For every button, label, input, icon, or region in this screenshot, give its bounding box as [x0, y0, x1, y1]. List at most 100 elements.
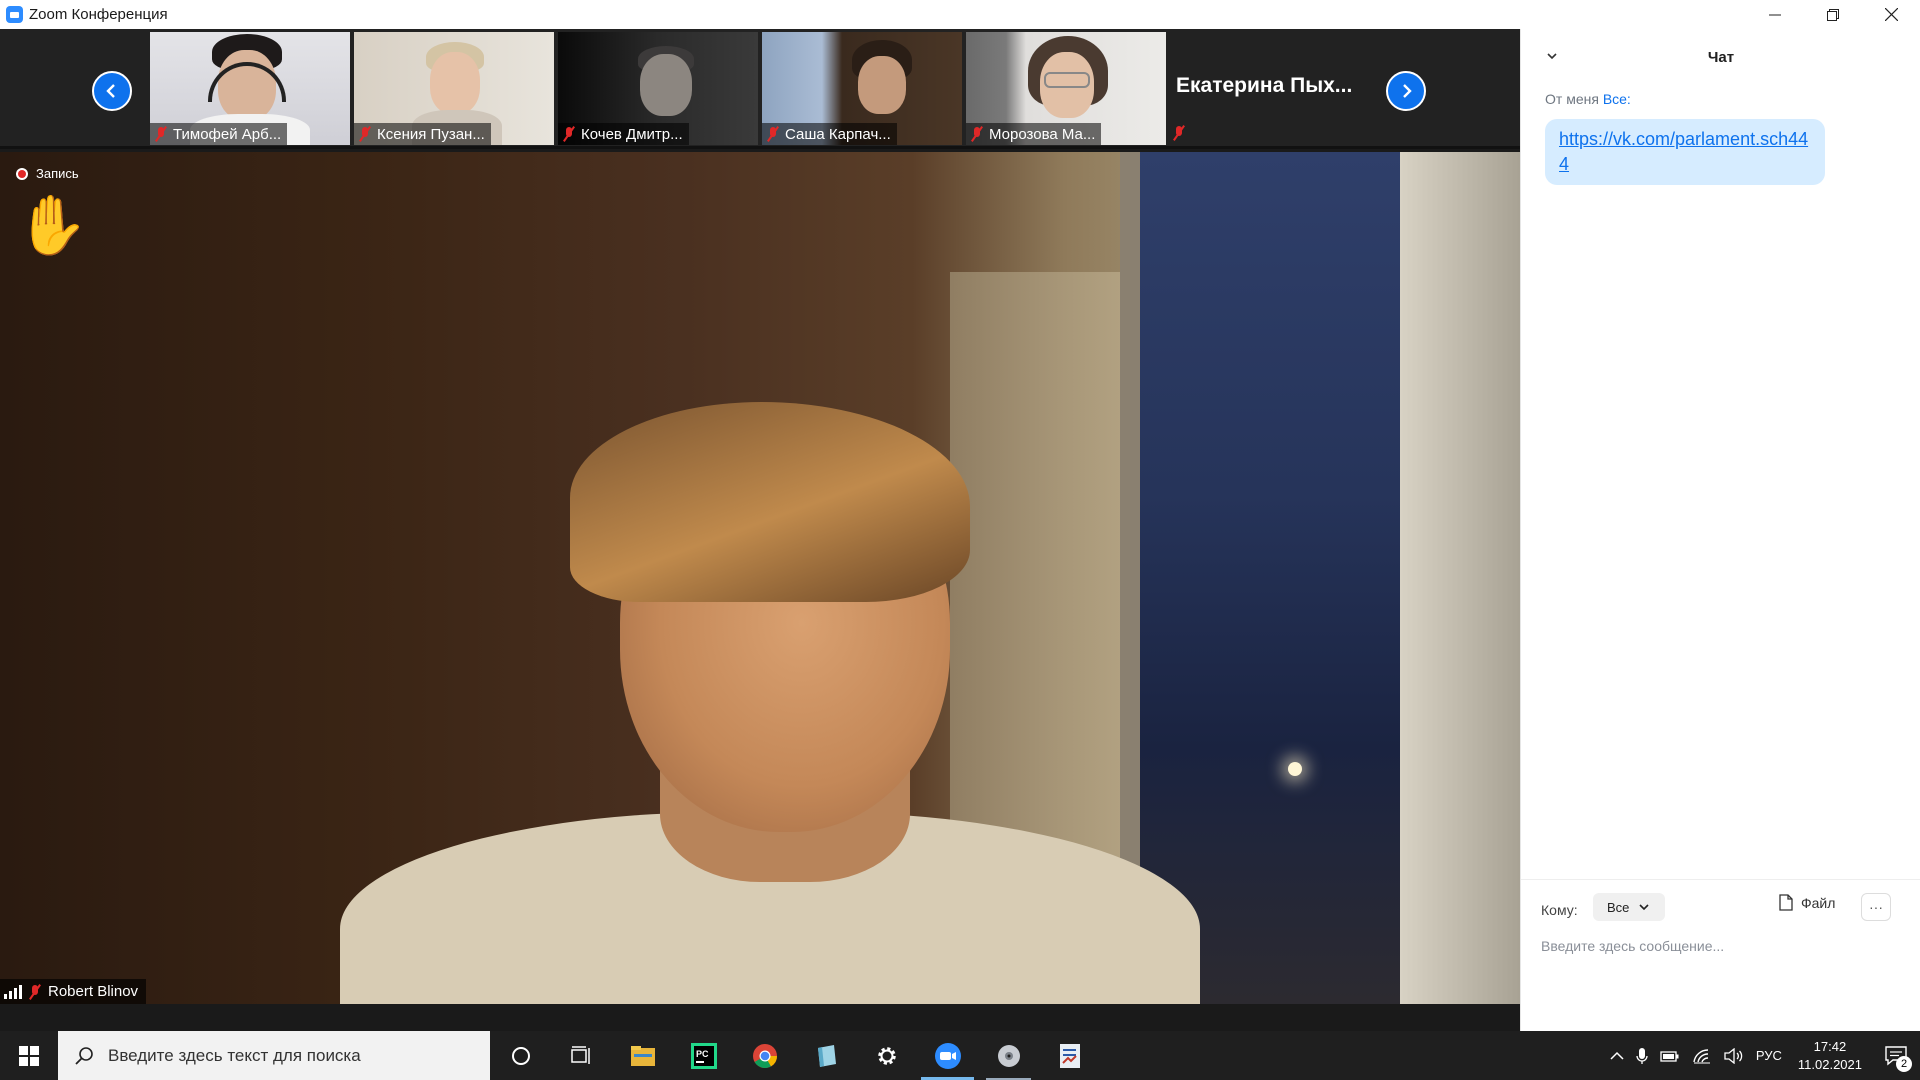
- recipient-dropdown[interactable]: Все: [1593, 893, 1665, 921]
- file-explorer-icon: [630, 1045, 655, 1066]
- microphone-icon: [1636, 1047, 1648, 1064]
- participant-name-tile[interactable]: Екатерина Пых...: [1168, 32, 1368, 145]
- action-center-button[interactable]: 2: [1872, 1031, 1920, 1080]
- microphone-tray-button[interactable]: [1630, 1031, 1654, 1080]
- task-view-icon: [570, 1045, 590, 1064]
- file-icon: [1779, 894, 1793, 911]
- document-app-button[interactable]: [1039, 1031, 1100, 1080]
- raised-hand-icon: ✋: [16, 193, 89, 258]
- zoom-taskbar-button[interactable]: [917, 1031, 978, 1080]
- recording-label: Запись: [36, 166, 79, 181]
- window-title: Zoom Конференция: [29, 6, 168, 23]
- settings-button[interactable]: [856, 1031, 917, 1080]
- mic-muted-icon: [28, 984, 42, 1000]
- network-tray-button[interactable]: [1686, 1031, 1718, 1080]
- participant-face: [640, 54, 692, 116]
- mic-muted-icon: [562, 126, 576, 142]
- record-icon: [16, 167, 28, 180]
- close-icon: [1884, 8, 1898, 21]
- start-button[interactable]: [0, 1031, 58, 1080]
- more-options-button[interactable]: ···: [1861, 893, 1891, 921]
- settings-icon: [877, 1046, 896, 1065]
- file-button[interactable]: Файл: [1779, 894, 1835, 911]
- participant-face: [430, 52, 480, 114]
- mic-muted-icon: [154, 126, 168, 142]
- glasses-icon: [1044, 72, 1090, 88]
- clock-time: 17:42: [1813, 1038, 1847, 1054]
- task-view-button[interactable]: [551, 1031, 612, 1080]
- notepad-button[interactable]: [795, 1031, 856, 1080]
- meeting-bottom-bar: [0, 1004, 1520, 1031]
- disc-app-button[interactable]: [978, 1031, 1039, 1080]
- minimize-icon: [1769, 14, 1781, 15]
- participant-thumbnail[interactable]: Кочев Дмитр...: [558, 32, 758, 145]
- message-meta: От меня Все:: [1545, 91, 1631, 107]
- system-tray: РУС 17:42 11.02.2021 2: [1604, 1031, 1920, 1080]
- participant-name-label: Тимофей Арб...: [150, 123, 288, 145]
- video-background: [1140, 152, 1400, 1004]
- minimize-button[interactable]: [1746, 0, 1804, 29]
- title-bar: Zoom Конференция: [0, 0, 1920, 29]
- chat-compose-area: Кому: Все Файл ···: [1521, 879, 1920, 1031]
- chat-message-link[interactable]: https://vk.com/parlament.sch444: [1545, 119, 1825, 185]
- active-speaker-video[interactable]: [0, 152, 1520, 1004]
- file-label: Файл: [1801, 894, 1836, 911]
- document-app-icon: [1059, 1043, 1080, 1068]
- participant-name-label: Саша Карпач...: [762, 123, 897, 145]
- close-button[interactable]: [1862, 0, 1920, 29]
- participant-name: Саша Карпач...: [785, 125, 891, 143]
- speaker-hair: [570, 402, 970, 602]
- participant-name: Морозова Ма...: [989, 125, 1096, 143]
- taskbar-search-input[interactable]: [108, 1045, 468, 1066]
- battery-icon: [1660, 1050, 1679, 1062]
- windows-logo-icon: [19, 1045, 39, 1066]
- mic-muted-icon: [766, 126, 780, 142]
- chat-message-input[interactable]: [1541, 934, 1901, 958]
- battery-tray-button[interactable]: [1654, 1031, 1686, 1080]
- next-page-button[interactable]: [1386, 71, 1426, 111]
- pycharm-icon: PC: [690, 1042, 717, 1069]
- mic-muted-icon: [970, 126, 984, 142]
- meeting-area: Тимофей Арб... Ксения Пузан... Кочев Дми…: [0, 29, 1520, 1004]
- clock-button[interactable]: 17:42 11.02.2021: [1788, 1038, 1872, 1073]
- participant-name-label: Кочев Дмитр...: [558, 123, 689, 145]
- previous-page-button[interactable]: [92, 71, 132, 111]
- chrome-icon: [752, 1043, 777, 1068]
- chevron-up-icon: [1610, 1051, 1624, 1060]
- search-icon: [75, 1046, 93, 1065]
- participant-thumbnail[interactable]: Тимофей Арб...: [150, 32, 350, 145]
- participant-name: Екатерина Пых...: [1176, 74, 1353, 97]
- participant-face: [858, 56, 906, 114]
- file-explorer-button[interactable]: [612, 1031, 673, 1080]
- chevron-down-icon[interactable]: [1545, 49, 1559, 63]
- volume-tray-button[interactable]: [1718, 1031, 1750, 1080]
- taskbar-search[interactable]: [58, 1031, 490, 1080]
- notepad-icon: [817, 1044, 836, 1067]
- chrome-button[interactable]: [734, 1031, 795, 1080]
- window-controls: [1746, 0, 1920, 29]
- zoom-icon: [934, 1042, 961, 1069]
- participant-thumbnail[interactable]: Ксения Пузан...: [354, 32, 554, 145]
- chat-title: Чат: [1707, 48, 1735, 66]
- participant-name: Ксения Пузан...: [377, 125, 485, 143]
- chat-panel: Чат От меня Все: https://vk.com/parlamen…: [1520, 29, 1920, 1031]
- disc-icon: [997, 1044, 1020, 1067]
- recording-indicator[interactable]: Запись: [16, 166, 79, 181]
- mic-muted-icon: [358, 126, 372, 142]
- cortana-button[interactable]: [490, 1031, 551, 1080]
- video-background: [1288, 762, 1302, 776]
- svg-text:PC: PC: [696, 1049, 709, 1059]
- chevron-right-icon: [1403, 84, 1412, 98]
- restore-button[interactable]: [1804, 0, 1862, 29]
- chevron-left-icon: [106, 84, 115, 98]
- input-language-button[interactable]: РУС: [1750, 1031, 1788, 1080]
- participant-thumbnail[interactable]: Саша Карпач...: [762, 32, 962, 145]
- signal-strength-icon: [4, 984, 22, 999]
- show-hidden-icons-button[interactable]: [1604, 1031, 1630, 1080]
- participant-name: Кочев Дмитр...: [581, 125, 683, 143]
- pycharm-button[interactable]: PC: [673, 1031, 734, 1080]
- participant-thumbnail[interactable]: Морозова Ма...: [966, 32, 1166, 145]
- speaker-name: Robert Blinov: [48, 983, 139, 1000]
- notification-count-badge: 2: [1896, 1056, 1912, 1072]
- wifi-icon: [1693, 1048, 1710, 1063]
